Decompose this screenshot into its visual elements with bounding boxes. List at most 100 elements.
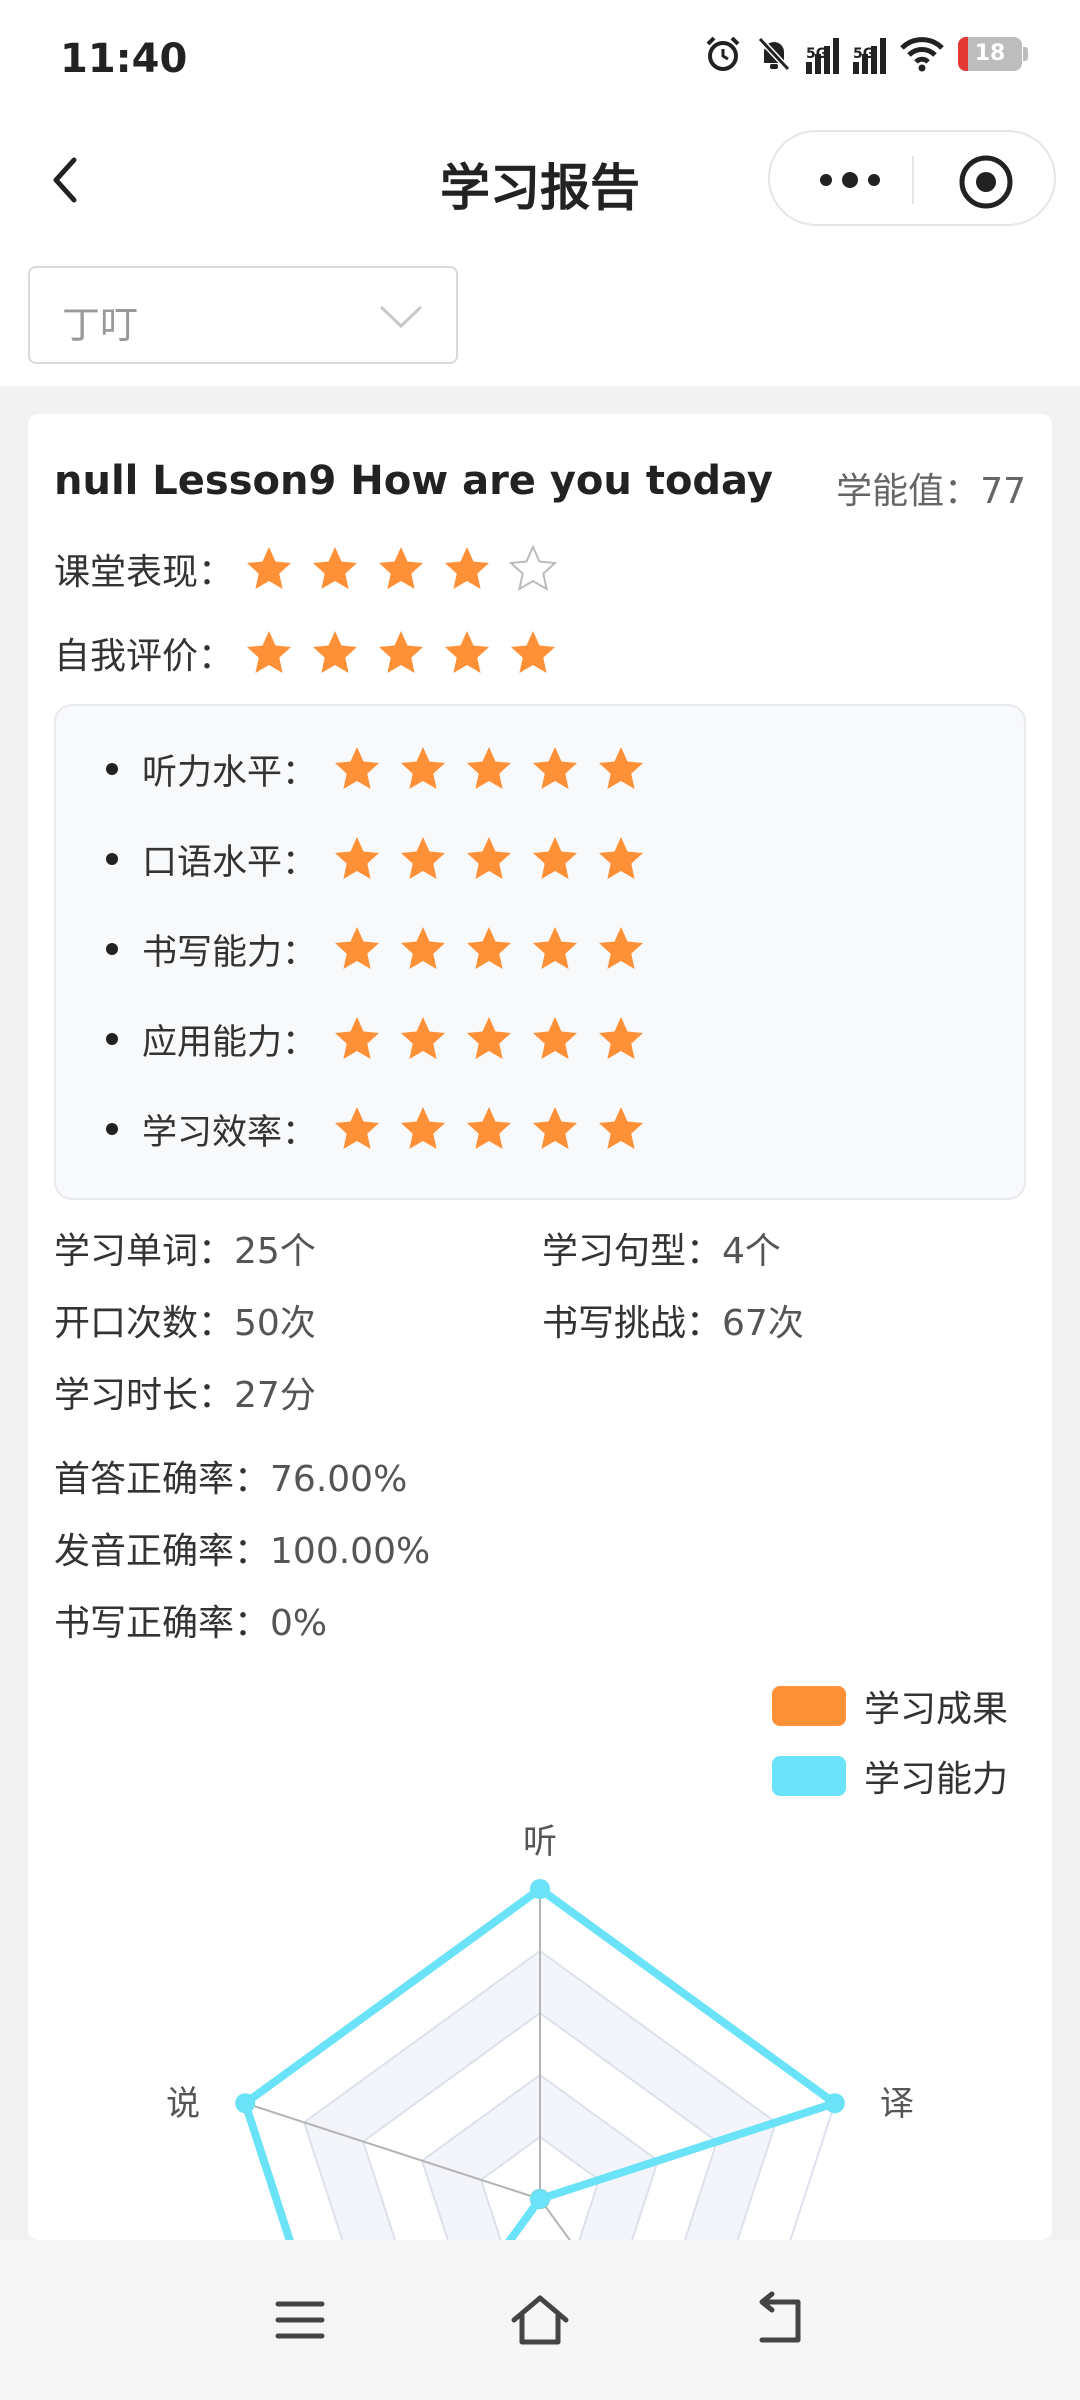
stat-label: 学习单词：	[54, 1231, 235, 1272]
star-filled-icon	[511, 631, 555, 673]
skill-row-writing: 书写能力：	[106, 914, 646, 984]
rate-value: 76.00%	[270, 1459, 408, 1500]
skill-row-application: 应用能力：	[106, 1004, 646, 1074]
alarm-icon	[706, 36, 740, 71]
stat-value: 27分	[234, 1375, 316, 1416]
chevron-down-icon	[379, 305, 423, 329]
nav-bar: 学习报告	[0, 120, 1080, 240]
star-filled-icon	[445, 631, 489, 673]
home-icon[interactable]	[508, 2288, 572, 2352]
status-bar: 11:40 5G 5G 18	[0, 0, 1080, 120]
star-filled-icon	[533, 1017, 577, 1059]
star-filled-icon	[401, 837, 445, 879]
score: 学能值：77	[836, 462, 1026, 514]
radar-axis-label: 译	[880, 2084, 914, 2124]
status-icons: 5G 5G 18	[704, 34, 1028, 74]
skill-label: 学习效率：	[142, 1112, 318, 1153]
star-rating	[332, 1104, 646, 1154]
star-filled-icon	[467, 1107, 511, 1149]
star-rating	[244, 544, 558, 594]
skill-row-efficiency: 学习效率：	[106, 1094, 646, 1164]
star-filled-icon	[467, 747, 511, 789]
star-filled-icon	[599, 927, 643, 969]
star-filled-icon	[533, 747, 577, 789]
star-filled-icon	[401, 927, 445, 969]
star-empty-icon	[508, 544, 558, 592]
back-nav-icon[interactable]	[748, 2288, 812, 2352]
signal-icon: 5G	[853, 34, 886, 74]
bullet	[106, 763, 118, 775]
stat-study-time: 学习时长：27分	[54, 1366, 316, 1418]
skill-row-speaking: 口语水平：	[106, 824, 646, 894]
rating-class-performance: 课堂表现：	[54, 534, 558, 604]
radar-axis-label: 说	[166, 2084, 200, 2124]
capsule-divider	[912, 156, 914, 204]
star-rating	[244, 628, 558, 678]
skill-label: 听力水平：	[142, 752, 318, 793]
stat-label: 开口次数：	[54, 1303, 235, 1344]
target-icon[interactable]	[958, 154, 1014, 210]
stat-patterns: 学习句型：4个	[542, 1222, 781, 1274]
stat-label: 书写挑战：	[542, 1303, 723, 1344]
radar-axis-label: 听	[523, 1822, 557, 1862]
star-rating	[332, 834, 646, 884]
star-filled-icon	[467, 837, 511, 879]
star-filled-icon	[401, 747, 445, 789]
radar-series-point	[235, 2093, 256, 2114]
status-time: 11:40	[60, 36, 188, 82]
star-filled-icon	[313, 631, 357, 673]
rate-pronunciation: 发音正确率：100.00%	[54, 1522, 430, 1574]
star-filled-icon	[533, 837, 577, 879]
stat-value: 25个	[234, 1231, 316, 1272]
star-filled-icon	[445, 547, 489, 589]
network-label: 5G	[853, 46, 875, 62]
wifi-icon	[900, 37, 944, 72]
radar-series-point	[530, 1879, 550, 1899]
star-filled-icon	[533, 927, 577, 969]
stat-label: 学习句型：	[542, 1231, 723, 1272]
star-filled-icon	[379, 547, 423, 589]
star-filled-icon	[467, 1017, 511, 1059]
mute-icon	[757, 36, 791, 72]
star-filled-icon	[401, 1017, 445, 1059]
star-filled-icon	[467, 927, 511, 969]
bullet	[106, 1123, 118, 1135]
more-icon[interactable]	[810, 160, 890, 200]
rate-label: 书写正确率：	[54, 1603, 271, 1644]
rating-label: 自我评价：	[54, 636, 235, 677]
system-nav-bar	[0, 2240, 1080, 2400]
skill-label: 书写能力：	[142, 932, 318, 973]
star-filled-icon	[313, 547, 357, 589]
star-filled-icon	[533, 1107, 577, 1149]
student-select-value: 丁叮	[62, 303, 139, 347]
star-filled-icon	[335, 1017, 379, 1059]
skills-box: 听力水平： 口语水平： 书写能力： 应用能力： 学习效率：	[54, 704, 1026, 1200]
star-filled-icon	[247, 631, 291, 673]
rate-label: 首答正确率：	[54, 1459, 271, 1500]
rate-first-answer: 首答正确率：76.00%	[54, 1450, 407, 1502]
stat-value: 67次	[722, 1303, 804, 1344]
rate-writing: 书写正确率：0%	[54, 1594, 327, 1646]
stat-write-challenge: 书写挑战：67次	[542, 1294, 804, 1346]
star-filled-icon	[335, 1107, 379, 1149]
score-value: 77	[980, 471, 1026, 512]
star-filled-icon	[401, 1107, 445, 1149]
lesson-title: null Lesson9 How are you today	[54, 458, 773, 504]
battery-icon: 18	[958, 37, 1028, 71]
student-select[interactable]: 丁叮	[28, 266, 458, 364]
selector-area: 丁叮	[0, 240, 1080, 386]
radar-series-point	[824, 2093, 845, 2114]
network-label: 5G	[806, 46, 828, 62]
star-rating	[332, 744, 646, 794]
star-filled-icon	[247, 547, 291, 589]
report-card: null Lesson9 How are you today 学能值：77 课堂…	[28, 414, 1052, 2240]
rate-value: 100.00%	[270, 1531, 431, 1572]
mini-program-capsule	[768, 130, 1056, 226]
star-filled-icon	[335, 747, 379, 789]
menu-icon[interactable]	[268, 2288, 332, 2352]
skill-row-listening: 听力水平：	[106, 734, 646, 804]
stat-value: 4个	[722, 1231, 781, 1272]
star-filled-icon	[599, 1107, 643, 1149]
stat-value: 50次	[234, 1303, 316, 1344]
star-filled-icon	[599, 837, 643, 879]
